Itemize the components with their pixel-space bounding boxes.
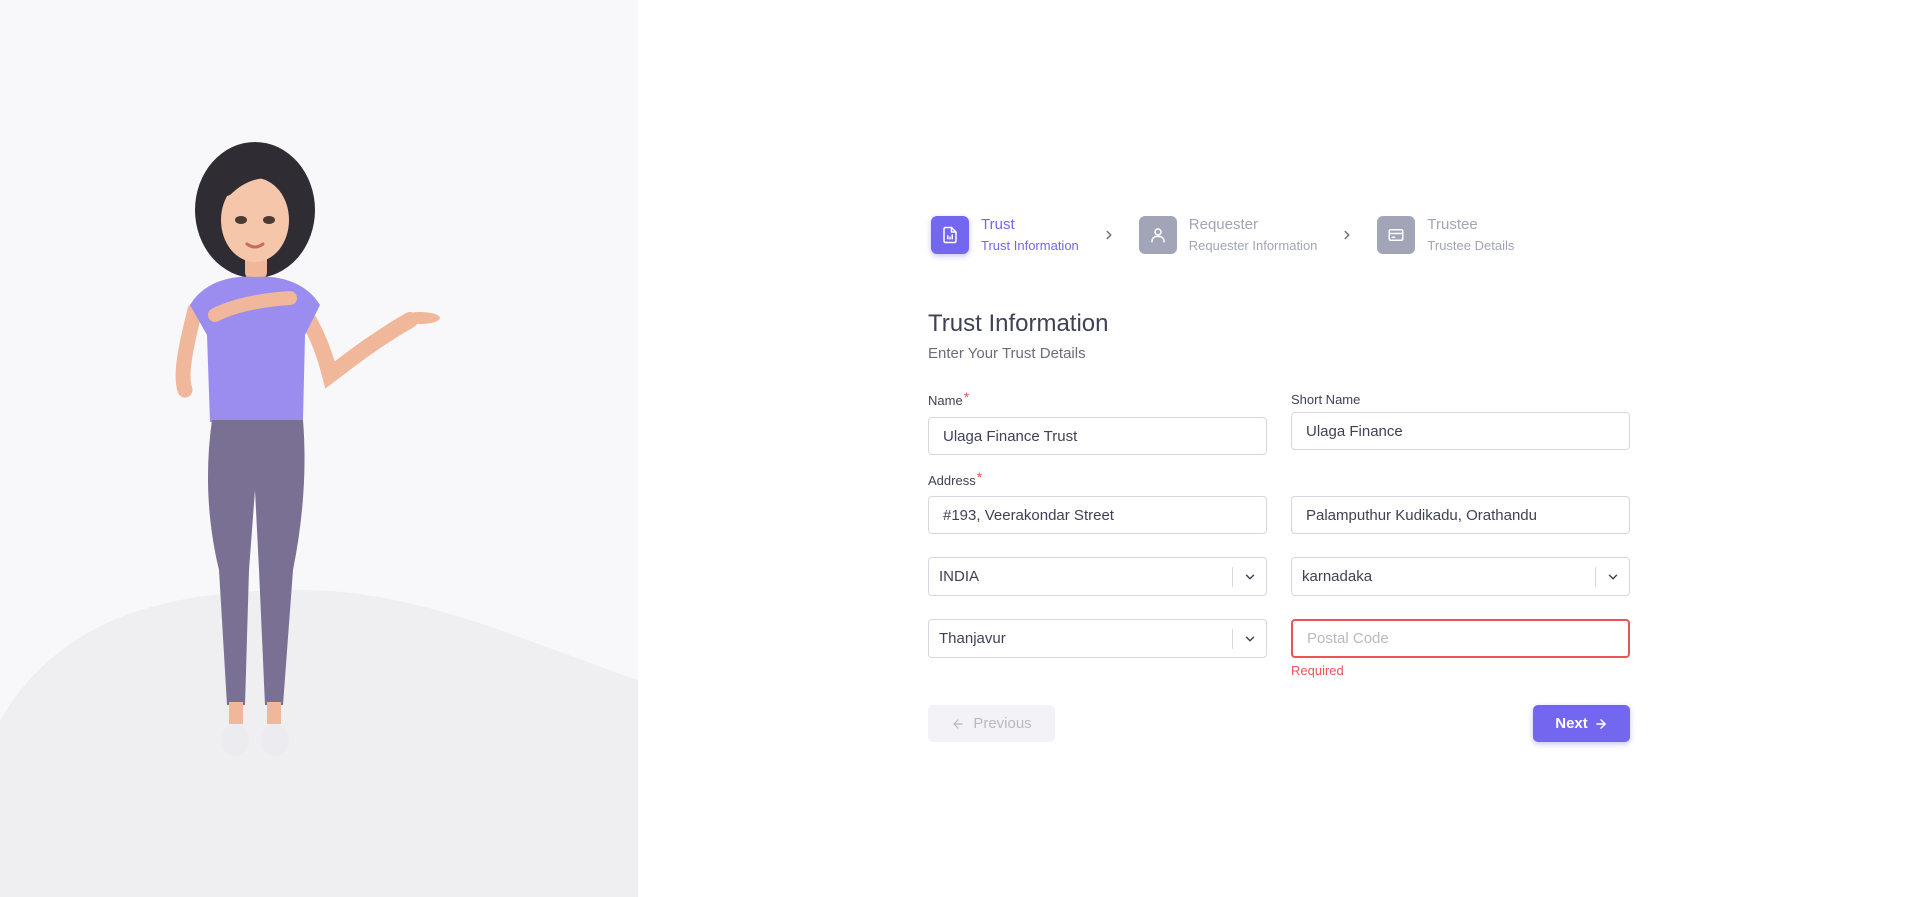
form-panel: Trust Trust Information Requester Reques… [638, 0, 1917, 897]
form-title: Trust Information [928, 310, 1109, 337]
city-select[interactable]: Thanjavur [928, 619, 1267, 658]
short-name-input[interactable] [1291, 412, 1630, 450]
illustration-panel [0, 0, 638, 897]
chevron-down-icon[interactable] [1596, 570, 1629, 584]
step-trust[interactable]: Trust Trust Information [931, 215, 1079, 255]
chevron-down-icon[interactable] [1233, 570, 1266, 584]
user-icon [1138, 216, 1177, 254]
step-subtitle: Trust Information [981, 238, 1079, 253]
arrow-left-icon [951, 717, 965, 731]
address-line1-input[interactable] [928, 496, 1267, 534]
name-label: Name* [928, 389, 970, 408]
address-line2-input[interactable] [1291, 496, 1630, 534]
short-name-label: Short Name [1291, 392, 1361, 407]
previous-label: Previous [973, 715, 1032, 732]
chevron-down-icon[interactable] [1233, 632, 1266, 646]
chevron-right-icon [1079, 228, 1139, 242]
address-label: Address* [928, 469, 983, 488]
step-subtitle: Requester Information [1188, 238, 1318, 253]
step-title: Trust [981, 216, 1015, 233]
step-subtitle: Trustee Details [1427, 238, 1515, 253]
file-icon [931, 216, 969, 254]
step-title: Requester [1188, 216, 1258, 233]
previous-button[interactable]: Previous [928, 705, 1055, 742]
country-select[interactable]: INDIA [928, 557, 1267, 596]
name-input[interactable] [928, 417, 1267, 455]
next-button[interactable]: Next [1533, 705, 1630, 742]
avatar-character-illustration [175, 142, 440, 756]
chevron-right-icon [1317, 228, 1377, 242]
required-asterisk: * [963, 389, 970, 405]
required-asterisk: * [976, 469, 983, 485]
step-trustee[interactable]: Trustee Trustee Details [1377, 215, 1514, 255]
postal-code-error: Required [1291, 663, 1344, 678]
card-icon [1377, 216, 1416, 254]
step-requester[interactable]: Requester Requester Information [1138, 215, 1318, 255]
step-title: Trustee [1427, 216, 1478, 233]
state-select[interactable]: karnadaka [1291, 557, 1630, 596]
postal-code-input[interactable] [1291, 619, 1630, 658]
city-value: Thanjavur [939, 630, 1006, 647]
form-subtitle: Enter Your Trust Details [928, 345, 1086, 362]
next-label: Next [1555, 715, 1588, 732]
state-value: karnadaka [1302, 568, 1373, 585]
country-value: INDIA [939, 568, 980, 585]
arrow-right-icon [1594, 717, 1608, 731]
wizard-stepper: Trust Trust Information Requester Reques… [931, 215, 1514, 255]
